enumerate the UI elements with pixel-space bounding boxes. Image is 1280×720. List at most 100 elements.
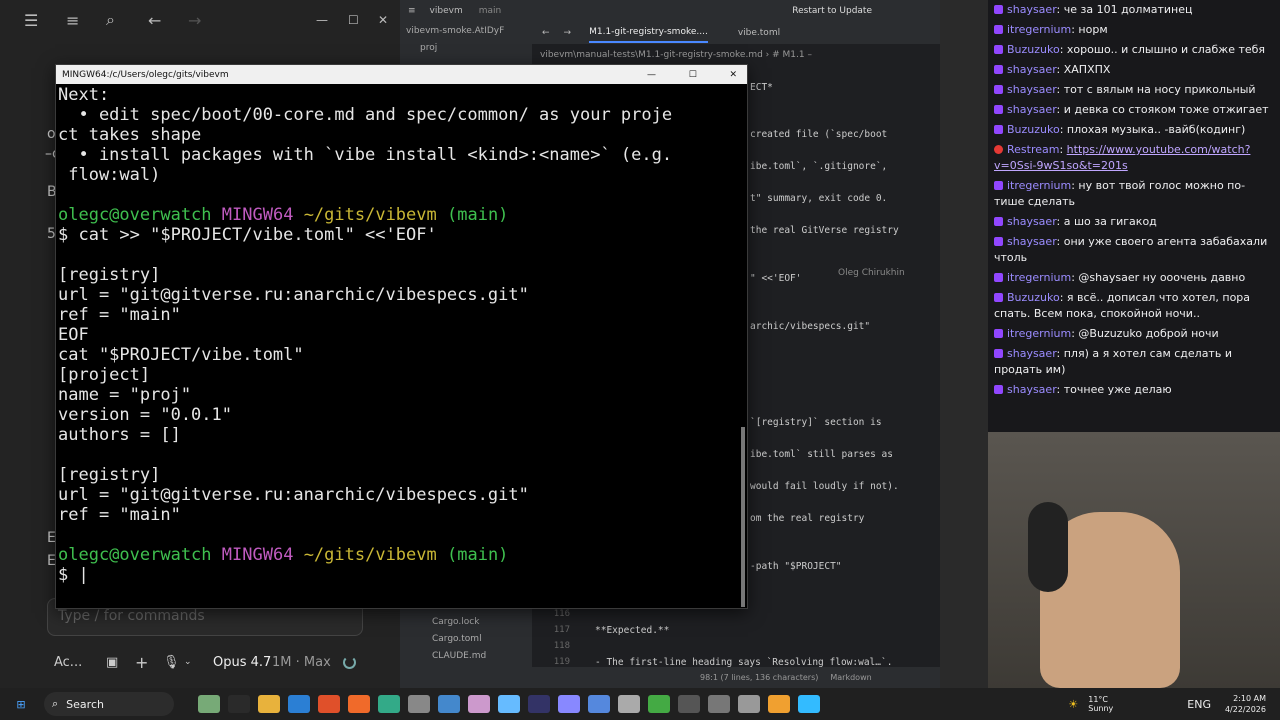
minimize-icon[interactable]: — [316, 13, 328, 27]
taskbar: ⊞ ⌕ Search ☀ 11°C Sunny ENG 2:10 AM 4/22… [0, 688, 1280, 720]
taskbar-app-icon[interactable] [618, 695, 640, 713]
tree-item[interactable]: vibevm-smoke.AtIDyF [400, 22, 532, 40]
chat-username[interactable]: Buzuzuko [1007, 291, 1060, 304]
weather-icon[interactable]: ☀ [1062, 695, 1084, 713]
taskbar-app-icon[interactable] [558, 695, 580, 713]
project-name[interactable]: vibevm [430, 6, 463, 16]
chat-username[interactable]: itregernium [1007, 271, 1071, 284]
terminal-output[interactable]: Next: • edit spec/boot/00-core.md and sp… [58, 85, 733, 608]
minimize-icon[interactable]: — [647, 70, 656, 80]
chat-message: shaysaer: че за 101 долматинец [988, 0, 1280, 20]
terminal-window: MINGW64:/c/Users/olegc/gits/vibevm — ☐ ✕… [55, 64, 748, 609]
taskbar-app-icon[interactable] [408, 695, 430, 713]
taskbar-app-icon[interactable] [528, 695, 550, 713]
taskbar-app-icon[interactable] [378, 695, 400, 713]
chat-username[interactable]: Buzuzuko [1007, 43, 1060, 56]
chat-username[interactable]: itregernium [1007, 179, 1071, 192]
taskbar-app-icon[interactable] [228, 695, 250, 713]
taskbar-app-icon[interactable] [588, 695, 610, 713]
forward-icon[interactable]: → [188, 11, 201, 30]
restart-button[interactable]: Restart to Update [792, 6, 872, 16]
taskbar-app-icon[interactable] [348, 695, 370, 713]
chat-username[interactable]: Buzuzuko [1007, 123, 1060, 136]
chat-username[interactable]: shaysaer [1007, 103, 1057, 116]
taskbar-app-icon[interactable] [768, 695, 790, 713]
chat-username[interactable]: shaysaer [1007, 383, 1057, 396]
context-label: 1M · Max [272, 654, 331, 670]
chat-username[interactable]: shaysaer [1007, 63, 1057, 76]
weather-text: Sunny [1088, 704, 1114, 713]
taskbar-app-icon[interactable] [318, 695, 340, 713]
chat-username[interactable]: Restream [1007, 143, 1059, 156]
mic-icon[interactable]: 🎙 [163, 655, 180, 670]
tree-item[interactable]: Cargo.lock [432, 614, 486, 631]
action-label[interactable]: Ac... [54, 655, 82, 670]
platform-icon [994, 145, 1003, 154]
taskbar-app-icon[interactable] [258, 695, 280, 713]
chat-text: ХАПХПХ [1063, 63, 1111, 76]
tab-vibe-toml[interactable]: vibe.toml [738, 28, 780, 38]
terminal-line: $ | [58, 565, 89, 585]
taskbar-app-icon[interactable] [708, 695, 730, 713]
back-icon[interactable]: ← [148, 11, 161, 30]
line-number: 116 [553, 609, 570, 619]
chat-username[interactable]: itregernium [1007, 327, 1071, 340]
windows-icon[interactable]: ⊞ [10, 695, 32, 713]
maximize-icon[interactable]: ☐ [689, 70, 697, 80]
composer-bar: Ac... ▣ + 🎙 ⌄ Opus 4.7 1M · Max [0, 650, 400, 674]
taskbar-app-icon[interactable] [798, 695, 820, 713]
model-label[interactable]: Opus 4.7 [213, 655, 271, 670]
taskbar-app-icon[interactable] [498, 695, 520, 713]
chat-username[interactable]: itregernium [1007, 23, 1071, 36]
clock[interactable]: 2:10 AM 4/22/2026 [1225, 693, 1266, 715]
nav-back-icon[interactable]: ← [542, 28, 550, 38]
platform-icon [994, 105, 1003, 114]
menu-icon[interactable]: ☰ [24, 11, 38, 30]
close-icon[interactable]: ✕ [729, 70, 737, 80]
line-number: 119 [553, 657, 570, 667]
chat-username[interactable]: shaysaer [1007, 347, 1057, 360]
search-icon[interactable]: ⌕ [106, 10, 115, 30]
maximize-icon[interactable]: ☐ [348, 13, 359, 27]
taskbar-app-icon[interactable] [198, 695, 220, 713]
tree-item[interactable]: proj [400, 40, 532, 56]
tree-item[interactable]: CLAUDE.md [432, 648, 486, 665]
attach-icon[interactable]: ▣ [106, 655, 118, 670]
editor-line: t" summary, exit code 0. [750, 193, 888, 204]
chevron-down-icon[interactable]: ⌄ [184, 657, 192, 667]
chat-username[interactable]: shaysaer [1007, 215, 1057, 228]
taskbar-app-icon[interactable] [648, 695, 670, 713]
chat-username[interactable]: shaysaer [1007, 3, 1057, 16]
search-box[interactable]: ⌕ Search [44, 692, 174, 716]
terminal-line: url = "git@gitverse.ru:anarchic/vibespec… [58, 285, 529, 305]
chat-message: shaysaer: и девка со стояком тоже отжига… [988, 100, 1280, 120]
tree-item[interactable]: Cargo.toml [432, 631, 486, 648]
close-icon[interactable]: ✕ [378, 13, 388, 27]
nav-forward-icon[interactable]: → [564, 28, 572, 38]
cursor-position[interactable]: 98:1 (7 lines, 136 characters) [700, 673, 818, 682]
chat-message: shaysaer: тот с вялым на носу прикольный [988, 80, 1280, 100]
chat-username[interactable]: shaysaer [1007, 235, 1057, 248]
hamburger-icon[interactable]: ≡ [408, 6, 416, 16]
editor-statusbar: 98:1 (7 lines, 136 characters) Markdown [400, 667, 940, 688]
chat-message: shaysaer: точнее уже делаю [988, 380, 1280, 400]
taskbar-app-icon[interactable] [468, 695, 490, 713]
chat-message: itregernium: ну вот твой голос можно по-… [994, 179, 1246, 208]
list-icon[interactable]: ≡ [66, 11, 79, 30]
branch-name[interactable]: main [479, 6, 502, 16]
tab-smoke-md[interactable]: M1.1-git-registry-smoke.... [589, 23, 708, 43]
chat-message: Restream: https://www.youtube.com/watch?… [994, 143, 1251, 172]
language-mode[interactable]: Markdown [830, 673, 871, 682]
taskbar-app-icon[interactable] [678, 695, 700, 713]
taskbar-app-icon[interactable] [738, 695, 760, 713]
taskbar-app-icon[interactable] [438, 695, 460, 713]
add-icon[interactable]: + [135, 653, 148, 672]
platform-icon [994, 349, 1003, 358]
terminal-line: ref = "main" [58, 305, 181, 325]
platform-icon [994, 329, 1003, 338]
scrollbar[interactable] [741, 427, 745, 607]
chat-username[interactable]: shaysaer [1007, 83, 1057, 96]
lang-indicator[interactable]: ENG [1187, 698, 1211, 711]
taskbar-app-icon[interactable] [288, 695, 310, 713]
